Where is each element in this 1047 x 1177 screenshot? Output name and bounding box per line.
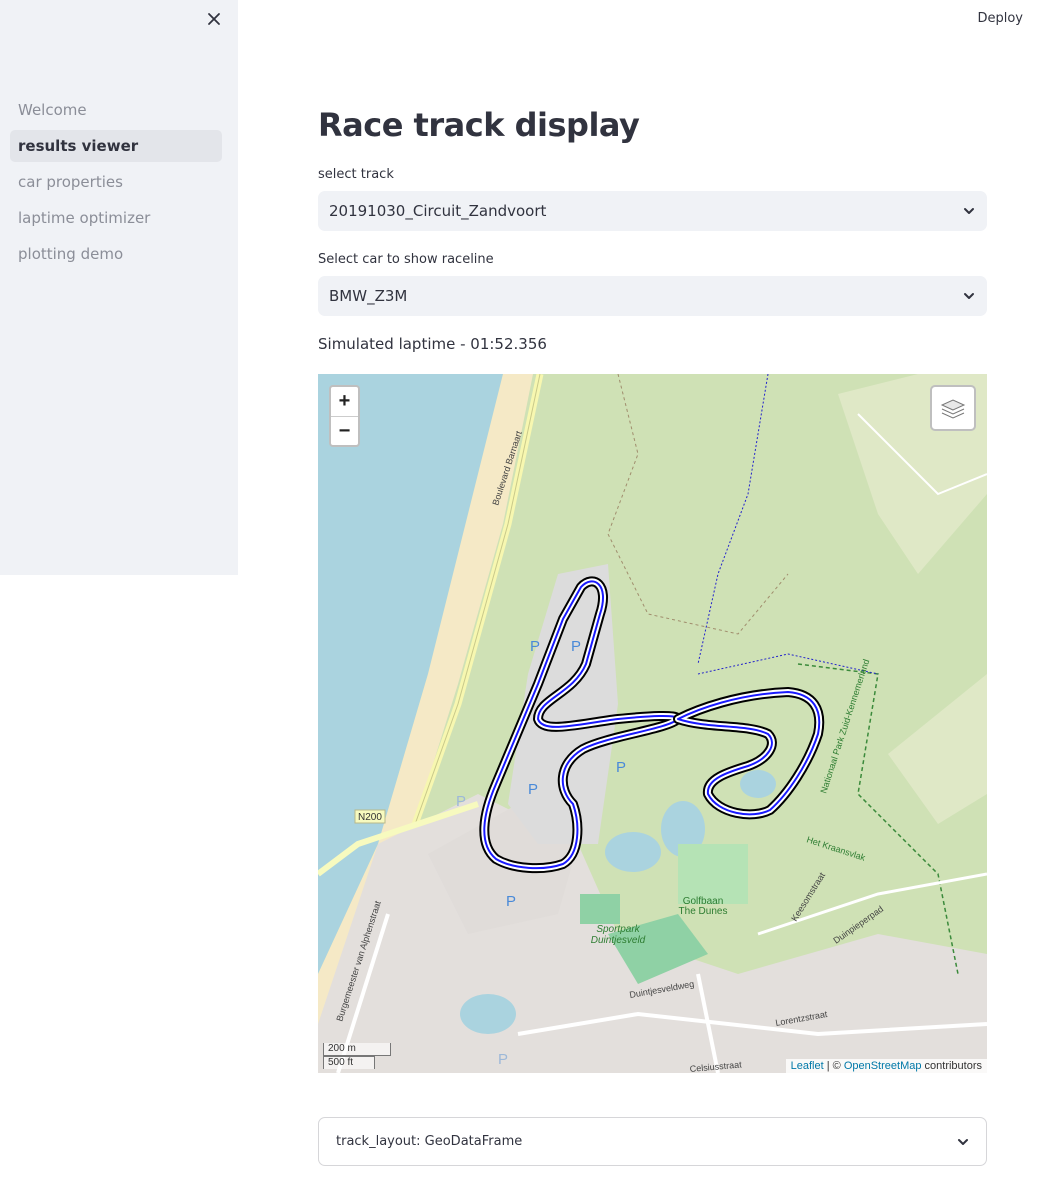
- zoom-in-button[interactable]: +: [331, 387, 358, 416]
- page-title: Race track display: [318, 106, 640, 144]
- track-select-value: 20191030_Circuit_Zandvoort: [329, 202, 547, 220]
- laptime-text: Simulated laptime - 01:52.356: [318, 335, 547, 353]
- pond: [605, 832, 661, 872]
- parking-label: P: [506, 893, 516, 910]
- chevron-down-icon: [958, 1138, 968, 1145]
- scale-metric: 200 m: [323, 1043, 391, 1056]
- sidebar-nav: Welcome results viewer car properties la…: [10, 94, 222, 274]
- scale-bar: 200 m 500 ft: [323, 1043, 391, 1069]
- road-label-n200: N200: [358, 812, 382, 823]
- parking-label: P: [616, 759, 626, 776]
- parking-label: P: [456, 793, 466, 810]
- svg-text:Duintjesveld: Duintjesveld: [591, 935, 646, 946]
- car-select-label: Select car to show raceline: [318, 252, 494, 267]
- sidebar: Welcome results viewer car properties la…: [0, 0, 238, 575]
- deploy-button[interactable]: Deploy: [977, 11, 1023, 26]
- track-layout-expander[interactable]: track_layout: GeoDataFrame: [318, 1117, 987, 1166]
- zoom-out-button[interactable]: −: [331, 416, 358, 445]
- parking-label: P: [528, 781, 538, 798]
- sidebar-item-welcome[interactable]: Welcome: [10, 94, 222, 126]
- map-attribution: Leaflet | © OpenStreetMap contributors: [785, 1059, 987, 1073]
- parking-label: P: [530, 638, 540, 655]
- chevron-down-icon: [964, 208, 974, 214]
- parking-label: P: [498, 1051, 508, 1068]
- expander-label: track_layout: GeoDataFrame: [336, 1134, 523, 1149]
- layers-button[interactable]: [930, 385, 976, 431]
- map-tiles: P P P P P P P Boulevard Barnaart N200 Go…: [318, 374, 987, 1073]
- sidebar-item-laptime-optimizer[interactable]: laptime optimizer: [10, 202, 222, 234]
- golf-area: [678, 844, 748, 904]
- sportpark-label: Sportpark: [596, 924, 640, 935]
- car-select[interactable]: BMW_Z3M: [318, 276, 987, 316]
- layers-icon: [940, 399, 966, 419]
- parking-label: P: [571, 638, 581, 655]
- car-select-value: BMW_Z3M: [329, 287, 408, 305]
- svg-text:The Dunes: The Dunes: [679, 906, 728, 917]
- osm-link[interactable]: OpenStreetMap: [844, 1060, 922, 1072]
- leaflet-link[interactable]: Leaflet: [791, 1060, 824, 1072]
- zoom-control: + −: [329, 385, 360, 447]
- close-icon[interactable]: [203, 8, 225, 30]
- sidebar-item-car-properties[interactable]: car properties: [10, 166, 222, 198]
- sidebar-item-results-viewer[interactable]: results viewer: [10, 130, 222, 162]
- chevron-down-icon: [964, 293, 974, 299]
- map[interactable]: P P P P P P P Boulevard Barnaart N200 Go…: [318, 374, 987, 1073]
- track-select-label: select track: [318, 167, 394, 182]
- scale-imperial: 500 ft: [323, 1056, 375, 1069]
- sidebar-item-plotting-demo[interactable]: plotting demo: [10, 238, 222, 270]
- track-select[interactable]: 20191030_Circuit_Zandvoort: [318, 191, 987, 231]
